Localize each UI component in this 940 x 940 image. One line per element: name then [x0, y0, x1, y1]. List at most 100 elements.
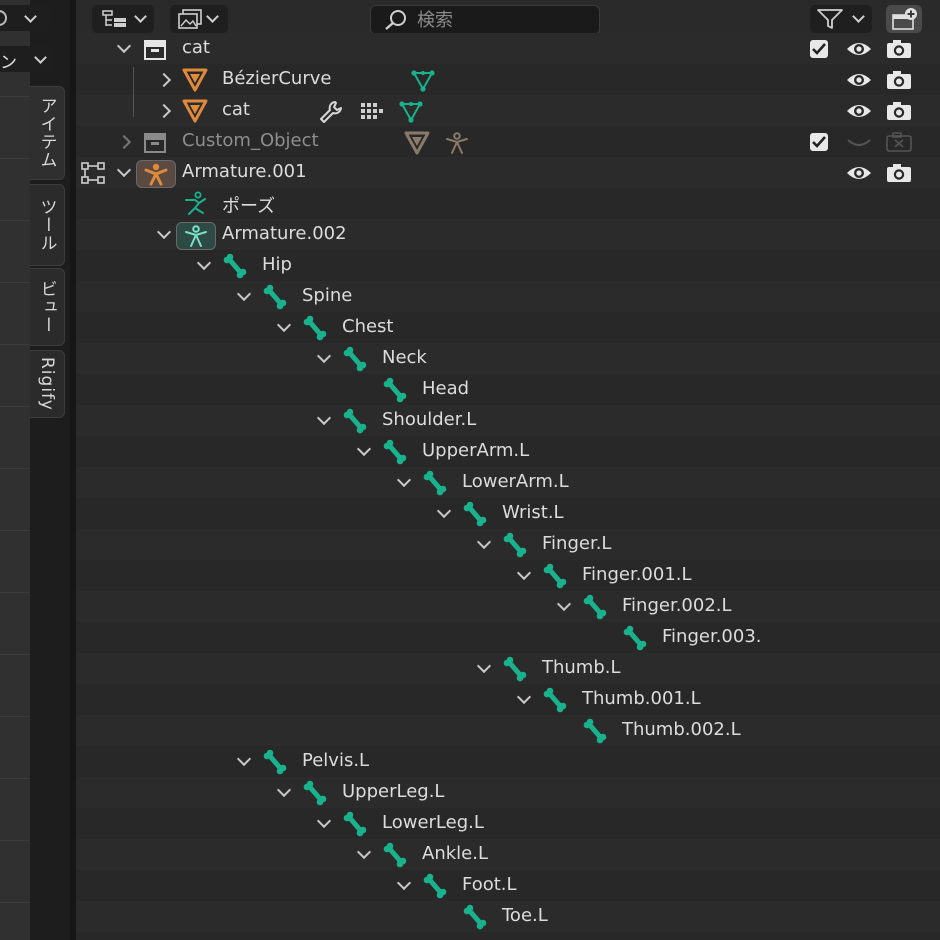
bone-icon[interactable]: [462, 904, 488, 930]
chevron-down-icon[interactable]: [236, 751, 252, 767]
search-field[interactable]: [370, 5, 600, 35]
exclude-checkbox[interactable]: [810, 133, 828, 151]
tree-row[interactable]: Foot.L: [76, 870, 940, 901]
viewport-shading-button[interactable]: [0, 5, 50, 31]
chevron-down-icon[interactable]: [396, 472, 412, 488]
camera-icon[interactable]: [885, 38, 913, 60]
tab-view[interactable]: ビュー: [30, 268, 65, 346]
mode-dropdown[interactable]: ン: [0, 46, 54, 73]
chevron-down-icon[interactable]: [276, 782, 292, 798]
object-icon[interactable]: [182, 67, 208, 93]
tree-row[interactable]: Finger.002.L: [76, 591, 940, 622]
chevron-down-icon[interactable]: [196, 255, 212, 271]
new-collection-button[interactable]: [886, 5, 922, 33]
mesh-data-icon[interactable]: [398, 99, 424, 123]
chevron-down-icon[interactable]: [276, 317, 292, 333]
bone-icon[interactable]: [382, 439, 408, 465]
armature-data-icon[interactable]: [176, 222, 216, 250]
tree-row[interactable]: Head: [76, 374, 940, 405]
chevron-down-icon[interactable]: [236, 286, 252, 302]
chevron-down-icon[interactable]: [356, 844, 372, 860]
tree-row[interactable]: Neck: [76, 343, 940, 374]
bone-icon[interactable]: [422, 470, 448, 496]
wrench-icon[interactable]: [318, 99, 344, 123]
tab-rigify[interactable]: Rigify: [30, 350, 65, 418]
tab-item[interactable]: アイテム: [30, 86, 65, 180]
bone-icon[interactable]: [302, 315, 328, 341]
tree-row[interactable]: Finger.L: [76, 529, 940, 560]
bone-icon[interactable]: [502, 532, 528, 558]
filter-type-dropdown[interactable]: [170, 5, 228, 33]
tree-row[interactable]: LowerArm.L: [76, 467, 940, 498]
chevron-down-icon[interactable]: [556, 596, 572, 612]
exclude-checkbox[interactable]: [810, 40, 828, 58]
display-mode-dropdown[interactable]: [92, 5, 154, 33]
bone-icon[interactable]: [422, 873, 448, 899]
tree-row[interactable]: Hip: [76, 250, 940, 281]
bone-icon[interactable]: [222, 253, 248, 279]
camera-icon[interactable]: [885, 69, 913, 91]
tree-row[interactable]: Pelvis.L: [76, 746, 940, 777]
tree-row[interactable]: ポーズ: [76, 188, 940, 219]
bone-icon[interactable]: [582, 718, 608, 744]
collection-icon[interactable]: [142, 129, 168, 155]
eye-icon[interactable]: [845, 163, 873, 183]
chevron-down-icon[interactable]: [396, 875, 412, 891]
bone-icon[interactable]: [342, 811, 368, 837]
bone-icon[interactable]: [462, 501, 488, 527]
chevron-down-icon[interactable]: [476, 658, 492, 674]
tree-row[interactable]: Finger.003.: [76, 622, 940, 653]
camera-icon[interactable]: [885, 100, 913, 122]
bone-icon[interactable]: [542, 687, 568, 713]
armature-data-icon[interactable]: [444, 130, 470, 154]
armature-object-icon[interactable]: [136, 160, 176, 188]
tree-row[interactable]: cat: [76, 95, 940, 126]
tree-row[interactable]: cat: [76, 33, 940, 64]
tree-row[interactable]: UpperArm.L: [76, 436, 940, 467]
tree-row[interactable]: Thumb.002.L: [76, 715, 940, 746]
bone-icon[interactable]: [302, 780, 328, 806]
chevron-down-icon[interactable]: [516, 689, 532, 705]
bone-icon[interactable]: [342, 408, 368, 434]
tree-row[interactable]: Toe.L: [76, 901, 940, 932]
bone-icon[interactable]: [262, 284, 288, 310]
chevron-down-icon[interactable]: [156, 224, 172, 240]
camera-disabled-icon[interactable]: [885, 131, 913, 153]
eye-closed-icon[interactable]: [845, 132, 873, 152]
bone-icon[interactable]: [382, 377, 408, 403]
tree-row[interactable]: BézierCurve: [76, 64, 940, 95]
bone-icon[interactable]: [342, 346, 368, 372]
tree-row[interactable]: Finger.001.L: [76, 560, 940, 591]
chevron-down-icon[interactable]: [316, 813, 332, 829]
tree-row[interactable]: UpperLeg.L: [76, 777, 940, 808]
chevron-down-icon[interactable]: [316, 410, 332, 426]
chevron-down-icon[interactable]: [316, 348, 332, 364]
eye-icon[interactable]: [845, 101, 873, 121]
tree-row[interactable]: Shoulder.L: [76, 405, 940, 436]
camera-icon[interactable]: [885, 162, 913, 184]
chevron-right-icon[interactable]: [116, 134, 132, 150]
object-icon[interactable]: [404, 130, 430, 155]
pose-icon[interactable]: [182, 191, 208, 217]
eye-icon[interactable]: [845, 39, 873, 59]
chevron-down-icon[interactable]: [116, 38, 132, 54]
chevron-down-icon[interactable]: [356, 441, 372, 457]
edit-mode-toggle-icon[interactable]: [80, 161, 108, 189]
tree-row[interactable]: Wrist.L: [76, 498, 940, 529]
chevron-down-icon[interactable]: [476, 534, 492, 550]
mesh-data-icon[interactable]: [410, 68, 436, 92]
bone-icon[interactable]: [542, 563, 568, 589]
tree-row[interactable]: Chest: [76, 312, 940, 343]
tree-row[interactable]: Armature.001: [76, 157, 940, 188]
chevron-right-icon[interactable]: [156, 103, 172, 119]
vertex-groups-icon[interactable]: [358, 99, 384, 123]
bone-icon[interactable]: [502, 656, 528, 682]
tree-row[interactable]: Ankle.L: [76, 839, 940, 870]
tree-row[interactable]: Custom_Object: [76, 126, 940, 157]
bone-icon[interactable]: [622, 625, 648, 651]
tree-row[interactable]: LowerLeg.L: [76, 808, 940, 839]
eye-icon[interactable]: [845, 70, 873, 90]
bone-icon[interactable]: [582, 594, 608, 620]
tab-tool[interactable]: ツール: [30, 184, 65, 266]
tree-row[interactable]: Thumb.001.L: [76, 684, 940, 715]
